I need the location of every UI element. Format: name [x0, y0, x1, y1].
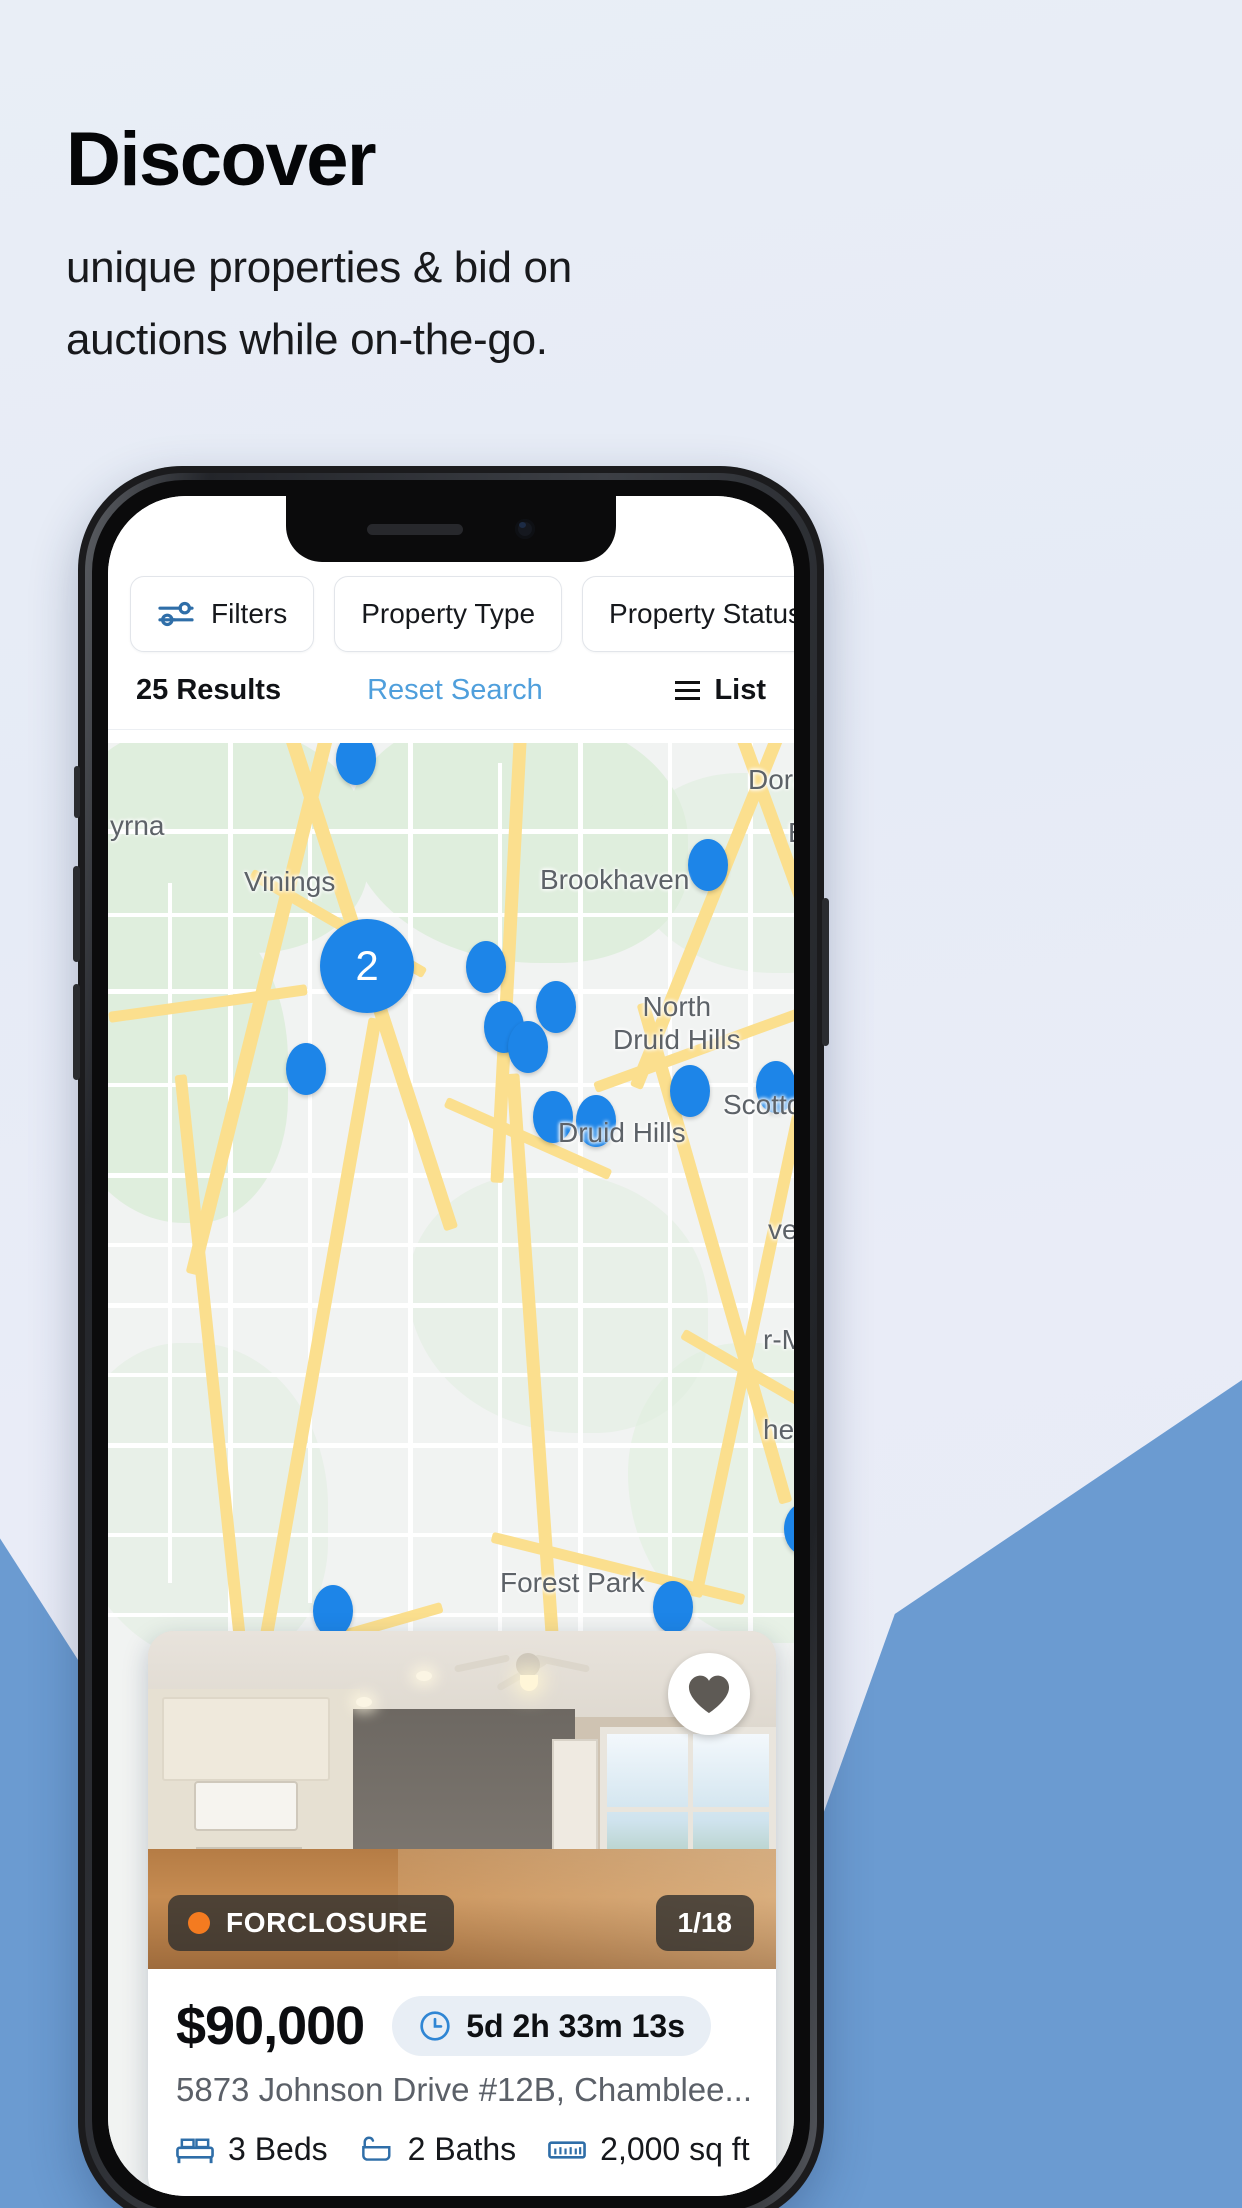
area-label: 2,000 sq ft — [600, 2131, 750, 2167]
phone-screen: 2 Doraville Embry Hills yrna Vinings Brookha… — [108, 496, 794, 2196]
map-view[interactable]: 2 Doraville Embry Hills yrna Vinings Brookha… — [108, 743, 794, 2196]
property-card[interactable]: FORCLOSURE 1/18 $90,000 5d 2h 33m 13s 58… — [148, 1631, 776, 2196]
map-pin[interactable] — [508, 1021, 548, 1073]
list-view-toggle[interactable]: List — [675, 674, 766, 707]
spec-baths: 2 Baths — [360, 2131, 517, 2168]
property-address: 5873 Johnson Drive #12B, Chamblee... — [176, 2071, 753, 2108]
map-pin[interactable] — [313, 1585, 353, 1637]
map-place-label: Vinings — [244, 866, 336, 897]
map-place-label: Brookhaven — [540, 864, 690, 895]
map-pin[interactable] — [670, 1065, 710, 1117]
property-card-carousel[interactable]: FORCLOSURE 1/18 $90,000 5d 2h 33m 13s 58… — [108, 1631, 794, 2196]
reset-search-button[interactable]: Reset Search — [367, 674, 543, 707]
map-pin[interactable] — [536, 981, 576, 1033]
clock-icon — [420, 2011, 450, 2041]
map-place-label: r-McA — [763, 1324, 794, 1355]
status-dot-icon — [188, 1912, 210, 1934]
map-pin[interactable] — [688, 839, 728, 891]
filter-chip-filters[interactable]: Filters — [130, 576, 315, 652]
status-badge: FORCLOSURE — [168, 1895, 454, 1951]
front-camera-icon — [515, 519, 535, 539]
auction-timer: 5d 2h 33m 13s — [392, 1996, 711, 2056]
map-place-label: yrna — [110, 810, 165, 841]
hamburger-icon — [675, 681, 701, 700]
page-title: Discover — [66, 117, 377, 202]
property-price: $90,000 — [176, 1996, 365, 2056]
price-row: $90,000 5d 2h 33m 13s — [176, 1995, 748, 2057]
property-specs: 3 Beds 2 Baths 2,000 sq ft — [176, 2131, 750, 2168]
bed-icon — [176, 2138, 214, 2163]
phone-power-button — [822, 898, 829, 1046]
filter-chip-row[interactable]: Filters Property Type Property Status As — [108, 562, 794, 670]
list-view-label: List — [714, 674, 766, 706]
property-photo[interactable]: FORCLOSURE 1/18 — [148, 1631, 776, 1969]
sliders-icon — [157, 598, 195, 630]
map-place-label: Doraville — [748, 764, 794, 795]
ruler-icon — [548, 2140, 586, 2159]
map-pin-cluster[interactable]: 2 — [320, 919, 414, 1013]
bathtub-icon — [361, 2135, 391, 2161]
phone-notch — [286, 496, 616, 562]
results-bar: 25 Results Reset Search List — [108, 670, 794, 730]
map-place-label: Scottdale — [723, 1089, 794, 1120]
heart-icon — [688, 1675, 730, 1714]
phone-mute-switch — [74, 766, 80, 818]
hero-text-block: Discover unique properties & bid on auct… — [66, 122, 826, 375]
favorite-button[interactable] — [668, 1653, 750, 1735]
filter-chip-property-status[interactable]: Property Status — [582, 576, 794, 652]
map-place-label: Forest Park — [500, 1567, 645, 1598]
baths-label: 2 Baths — [407, 2131, 517, 2167]
status-badge-label: FORCLOSURE — [226, 1907, 428, 1938]
spec-beds: 3 Beds — [176, 2131, 328, 2168]
map-pin[interactable] — [286, 1043, 326, 1095]
map-place-label: veder — [768, 1214, 794, 1245]
page-subtitle: unique properties & bid on auctions whil… — [66, 243, 572, 364]
map-pin[interactable] — [653, 1581, 693, 1633]
phone-volume-down-button — [73, 984, 80, 1080]
map-place-label: North Druid Hills — [613, 991, 741, 1056]
filter-chip-label: Property Type — [361, 598, 536, 629]
results-count: 25 Results — [136, 674, 282, 706]
spec-area: 2,000 sq ft — [548, 2131, 750, 2168]
map-place-label: Druid Hills — [558, 1117, 686, 1148]
map-place-label: hersv — [763, 1414, 794, 1445]
map-pin[interactable] — [466, 941, 506, 993]
phone-mockup: 2 Doraville Embry Hills yrna Vinings Brookha… — [73, 466, 829, 2208]
filter-chip-label: Filters — [211, 598, 288, 629]
auction-timer-label: 5d 2h 33m 13s — [466, 2007, 685, 2044]
property-card-body: $90,000 5d 2h 33m 13s 5873 Johnson Drive… — [148, 1969, 776, 2196]
filter-chip-label: Property Status — [609, 598, 794, 629]
photo-counter: 1/18 — [655, 1895, 754, 1951]
phone-volume-up-button — [73, 866, 80, 962]
map-place-label: Embry Hills — [788, 816, 794, 849]
filter-chip-property-type[interactable]: Property Type — [334, 576, 563, 652]
speaker-grille — [367, 523, 463, 535]
beds-label: 3 Beds — [228, 2131, 328, 2167]
